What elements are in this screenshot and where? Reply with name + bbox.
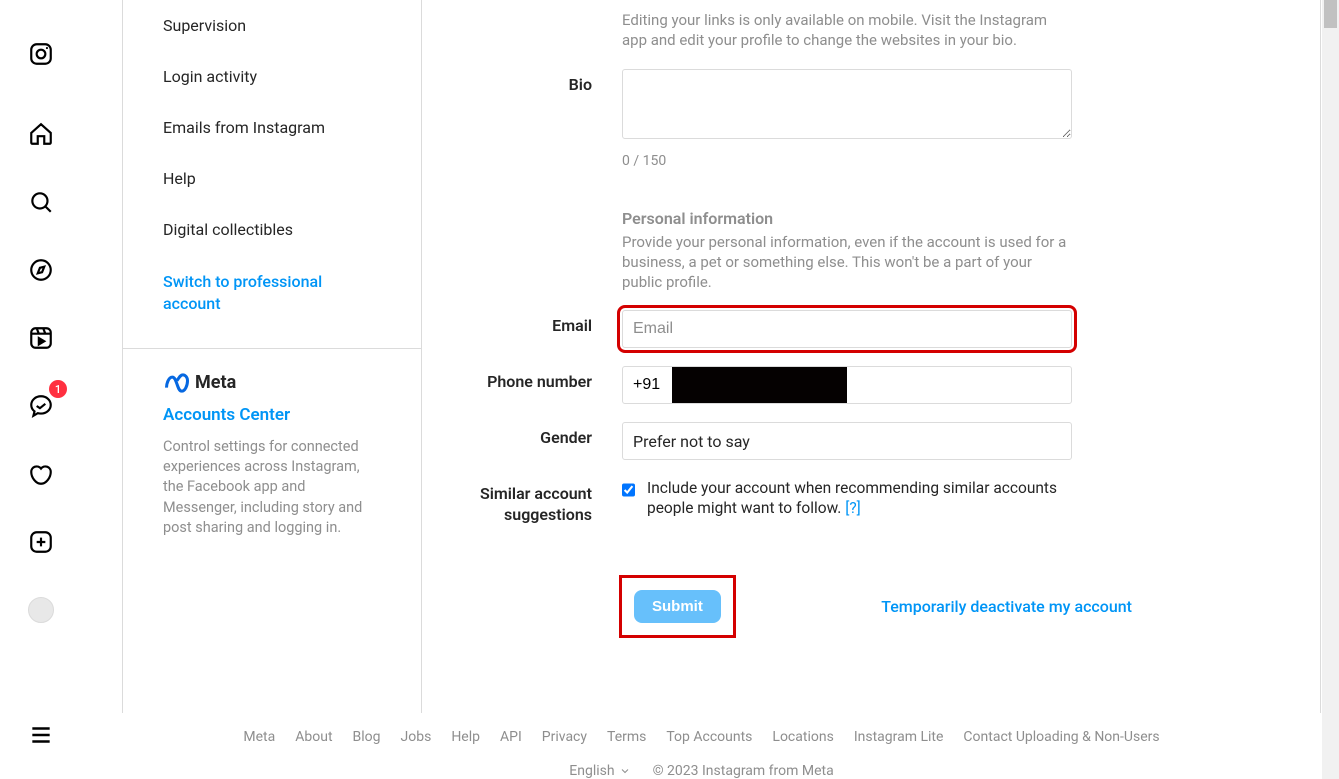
explore-icon[interactable] <box>17 246 65 294</box>
footer-link[interactable]: Top Accounts <box>666 729 752 745</box>
suggestions-checkbox[interactable] <box>622 482 635 498</box>
footer-links: Meta About Blog Jobs Help API Privacy Te… <box>82 729 1321 745</box>
chevron-down-icon <box>619 765 631 777</box>
nav-rail: 1 <box>0 0 82 779</box>
gender-select[interactable]: Prefer not to say <box>622 422 1072 460</box>
footer-link[interactable]: Help <box>451 729 480 745</box>
footer-link[interactable]: API <box>500 729 522 745</box>
edit-profile-form: Editing your links is only available on … <box>422 0 1321 713</box>
sidebar-item-digital-collectibles[interactable]: Digital collectibles <box>163 204 381 255</box>
meta-accounts-center-card: Meta Accounts Center Control settings fo… <box>123 348 421 558</box>
footer-link[interactable]: Instagram Lite <box>854 729 944 745</box>
scrollbar-thumb[interactable] <box>1324 0 1337 28</box>
sidebar-item-switch-professional[interactable]: Switch to professional account <box>163 255 381 348</box>
deactivate-account-link[interactable]: Temporarily deactivate my account <box>881 597 1132 616</box>
email-input[interactable] <box>622 310 1072 348</box>
footer-link[interactable]: Meta <box>243 729 275 745</box>
bio-textarea[interactable] <box>622 69 1072 139</box>
suggestions-label: Similar account suggestions <box>422 478 622 526</box>
sidebar-item-login-activity[interactable]: Login activity <box>163 51 381 102</box>
profile-avatar[interactable] <box>17 586 65 634</box>
bio-char-count: 0 / 150 <box>622 153 1072 169</box>
submit-button[interactable]: Submit <box>634 590 721 623</box>
footer-link[interactable]: Jobs <box>401 729 432 745</box>
footer-link[interactable]: About <box>295 729 332 745</box>
suggestions-text: Include your account when recommending s… <box>647 478 1072 518</box>
links-help-text: Editing your links is only available on … <box>622 10 1072 51</box>
footer-link[interactable]: Blog <box>353 729 381 745</box>
messages-badge: 1 <box>49 380 67 398</box>
footer-link[interactable]: Privacy <box>542 729 587 745</box>
menu-icon[interactable] <box>17 711 65 759</box>
messages-icon[interactable]: 1 <box>17 382 65 430</box>
personal-info-heading: Personal information <box>622 209 1072 228</box>
reels-icon[interactable] <box>17 314 65 362</box>
footer-link[interactable]: Terms <box>607 729 646 745</box>
notifications-icon[interactable] <box>17 450 65 498</box>
home-icon[interactable] <box>17 110 65 158</box>
accounts-center-desc: Control settings for connected experienc… <box>163 437 381 538</box>
phone-label: Phone number <box>422 366 622 391</box>
settings-sidebar: Supervision Login activity Emails from I… <box>122 0 422 713</box>
meta-brand-text: Meta <box>195 372 236 393</box>
bio-label: Bio <box>422 69 622 94</box>
suggestions-help-link[interactable]: [?] <box>845 499 861 517</box>
sidebar-item-emails[interactable]: Emails from Instagram <box>163 102 381 153</box>
language-selector[interactable]: English <box>569 763 630 779</box>
personal-info-desc: Provide your personal information, even … <box>622 232 1072 293</box>
create-icon[interactable] <box>17 518 65 566</box>
phone-redaction <box>672 367 847 403</box>
submit-highlight: Submit <box>622 578 733 635</box>
meta-logo: Meta <box>163 369 381 397</box>
copyright-text: © 2023 Instagram from Meta <box>653 763 834 779</box>
gender-label: Gender <box>422 422 622 447</box>
sidebar-item-help[interactable]: Help <box>163 153 381 204</box>
footer-link[interactable]: Locations <box>772 729 833 745</box>
page-scrollbar[interactable] <box>1322 0 1339 779</box>
sidebar-item-supervision[interactable]: Supervision <box>163 0 381 51</box>
page-footer: Meta About Blog Jobs Help API Privacy Te… <box>82 713 1321 779</box>
search-icon[interactable] <box>17 178 65 226</box>
footer-link[interactable]: Contact Uploading & Non-Users <box>963 729 1159 745</box>
accounts-center-link[interactable]: Accounts Center <box>163 405 381 425</box>
email-label: Email <box>422 310 622 335</box>
instagram-logo-icon[interactable] <box>17 30 65 78</box>
